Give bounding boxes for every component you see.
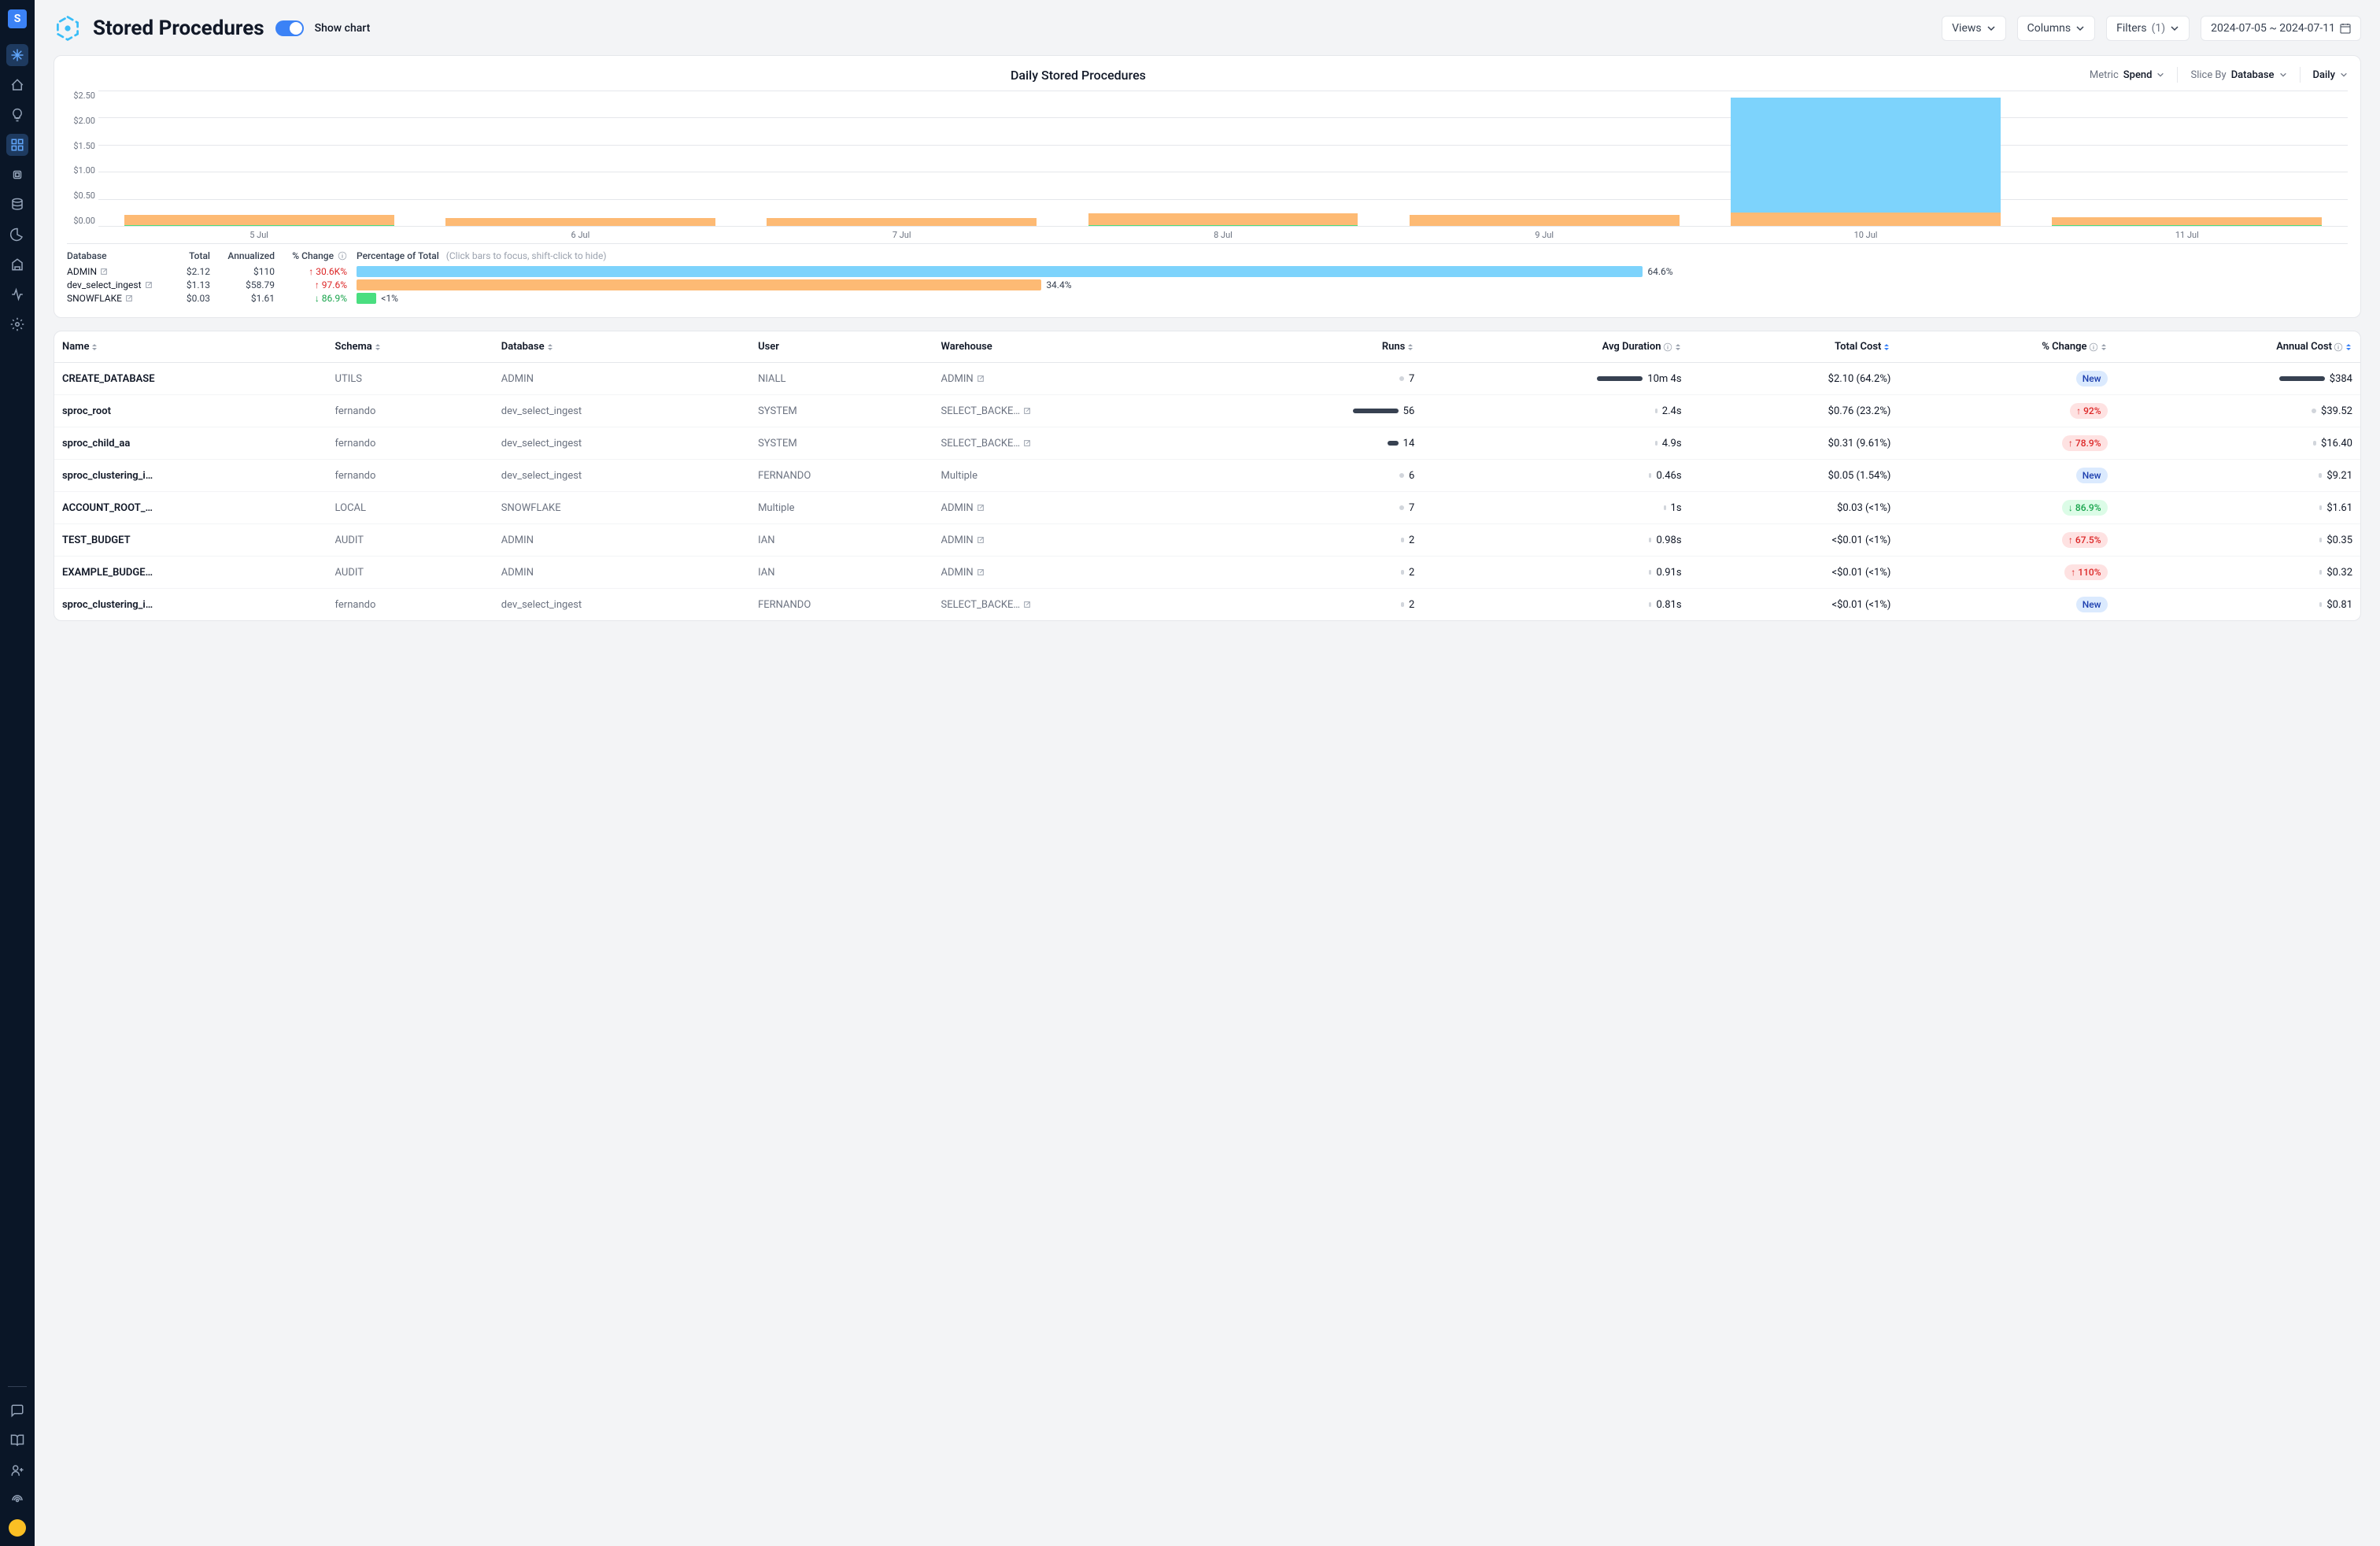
- col-schema[interactable]: Schema: [327, 331, 493, 363]
- calendar-icon: [2340, 23, 2351, 34]
- col-name[interactable]: Name: [54, 331, 327, 363]
- table-row[interactable]: ACCOUNT_ROOT_… LOCAL SNOWFLAKE Multiple …: [54, 492, 2360, 524]
- info-icon: [338, 251, 347, 261]
- nav-lightbulb-icon[interactable]: [6, 104, 28, 126]
- col-database[interactable]: Database: [493, 331, 750, 363]
- breakdown-table: Database Total Annualized % Change Perce…: [67, 243, 2348, 304]
- chevron-down-icon: [2156, 71, 2164, 79]
- table-row[interactable]: EXAMPLE_BUDGE… AUDIT ADMIN IAN ADMIN 2 0…: [54, 557, 2360, 589]
- page-logo-icon: [54, 14, 82, 43]
- sidebar: S: [0, 0, 35, 1546]
- nav-broadcast-icon[interactable]: [6, 1489, 28, 1511]
- breakdown-header-annualized: Annualized: [220, 250, 275, 261]
- breakdown-row[interactable]: SNOWFLAKE $0.03 $1.61 ↓ 86.9% <1%: [67, 293, 2348, 304]
- columns-button[interactable]: Columns: [2017, 16, 2095, 41]
- col-total-cost[interactable]: Total Cost: [1690, 331, 1899, 363]
- col-warehouse[interactable]: Warehouse: [933, 331, 1216, 363]
- chevron-down-icon: [2340, 71, 2348, 79]
- nav-pie-icon[interactable]: [6, 224, 28, 246]
- app-logo[interactable]: S: [8, 9, 27, 28]
- chart-bar[interactable]: [1731, 91, 2001, 226]
- breakdown-row[interactable]: dev_select_ingest $1.13 $58.79 ↑ 97.6% 3…: [67, 279, 2348, 290]
- nav-home-icon[interactable]: [6, 74, 28, 96]
- chart-area[interactable]: $2.50$2.00$1.50$1.00$0.50$0.00 5 Jul6 Ju…: [98, 91, 2348, 240]
- col-pct-change[interactable]: % Change: [1898, 331, 2115, 363]
- page-title: Stored Procedures: [93, 17, 264, 40]
- nav-user-plus-icon[interactable]: [6, 1459, 28, 1481]
- nav-database-icon[interactable]: [6, 194, 28, 216]
- breakdown-header-pct-total: Percentage of Total (Click bars to focus…: [357, 250, 2348, 261]
- chart-bar[interactable]: [1410, 91, 1680, 226]
- col-annual-cost[interactable]: Annual Cost: [2116, 331, 2360, 363]
- data-table: Name Schema Database User Warehouse Runs…: [54, 331, 2361, 621]
- chart-bar[interactable]: [767, 91, 1037, 226]
- table-row[interactable]: sproc_clustering_i… fernando dev_select_…: [54, 589, 2360, 621]
- nav-chat-icon[interactable]: [6, 1400, 28, 1422]
- table-row[interactable]: sproc_child_aa fernando dev_select_inges…: [54, 427, 2360, 460]
- chart-bar[interactable]: [124, 91, 394, 226]
- chevron-down-icon: [2279, 71, 2287, 79]
- chevron-down-icon: [2075, 24, 2085, 33]
- date-range-button[interactable]: 2024-07-05 ~ 2024-07-11: [2201, 16, 2361, 41]
- col-avg-duration[interactable]: Avg Duration: [1422, 331, 1689, 363]
- table-row[interactable]: sproc_clustering_i… fernando dev_select_…: [54, 460, 2360, 492]
- table-row[interactable]: sproc_root fernando dev_select_ingest SY…: [54, 395, 2360, 427]
- chevron-down-icon: [2170, 24, 2179, 33]
- chart-bar[interactable]: [445, 91, 715, 226]
- nav-activity-icon[interactable]: [6, 283, 28, 305]
- views-button[interactable]: Views: [1942, 16, 2006, 41]
- nav-building-icon[interactable]: [6, 253, 28, 276]
- nav-gear-icon[interactable]: [6, 313, 28, 335]
- nav-snowflake-icon[interactable]: [6, 44, 28, 66]
- filters-button[interactable]: Filters (1): [2106, 16, 2190, 41]
- slice-selector[interactable]: Slice By Database: [2190, 69, 2286, 81]
- breakdown-row[interactable]: ADMIN $2.12 $110 ↑ 30.6K% 64.6%: [67, 266, 2348, 277]
- table-row[interactable]: CREATE_DATABASE UTILS ADMIN NIALL ADMIN …: [54, 363, 2360, 395]
- nav-cpu-icon[interactable]: [6, 164, 28, 186]
- nav-grid-icon[interactable]: [6, 134, 28, 156]
- chart-bar[interactable]: [1088, 91, 1358, 226]
- page-header: Stored Procedures Show chart Views Colum…: [54, 14, 2361, 43]
- col-user[interactable]: User: [750, 331, 933, 363]
- chart-card: Daily Stored Procedures Metric Spend Sli…: [54, 55, 2361, 318]
- breakdown-header-change: % Change: [284, 250, 347, 261]
- breakdown-header-total: Total: [163, 250, 210, 261]
- show-chart-label: Show chart: [315, 22, 371, 35]
- breakdown-header-database: Database: [67, 250, 153, 261]
- interval-selector[interactable]: Daily: [2313, 69, 2349, 81]
- nav-book-icon[interactable]: [6, 1429, 28, 1452]
- metric-selector[interactable]: Metric Spend: [2090, 69, 2165, 81]
- chevron-down-icon: [1986, 24, 1996, 33]
- table-row[interactable]: TEST_BUDGET AUDIT ADMIN IAN ADMIN 2 0.98…: [54, 524, 2360, 557]
- chart-bar[interactable]: [2052, 91, 2322, 226]
- show-chart-toggle[interactable]: [275, 20, 304, 36]
- chart-title: Daily Stored Procedures: [67, 68, 2090, 83]
- col-runs[interactable]: Runs: [1215, 331, 1422, 363]
- user-avatar[interactable]: [9, 1519, 26, 1537]
